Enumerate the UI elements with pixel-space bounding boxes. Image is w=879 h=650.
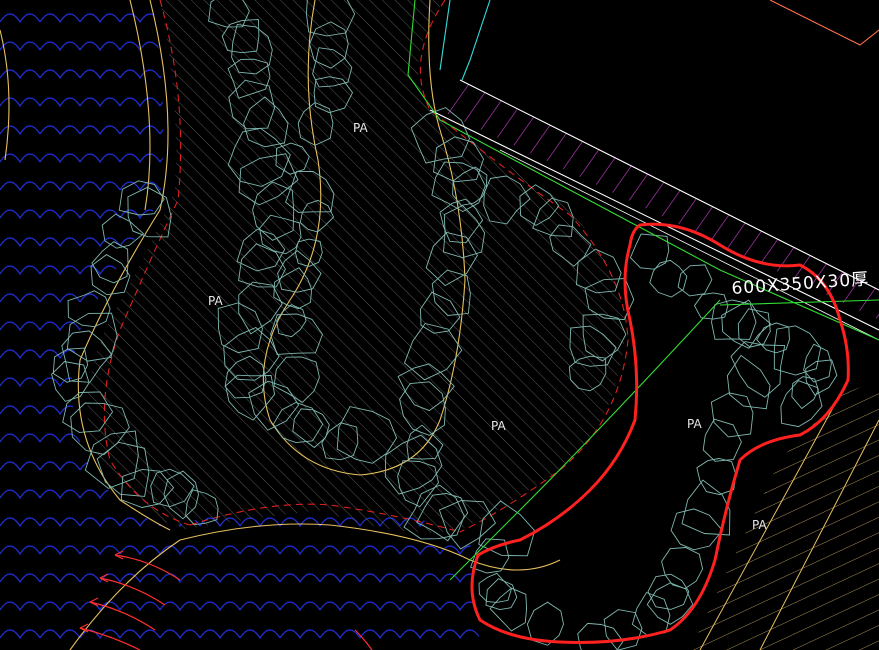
shrub-blob — [677, 264, 713, 297]
pa-label-5: PA — [752, 518, 767, 532]
cad-drawing-canvas[interactable]: 600X350X30厚 PA PA PA PA PA — [0, 0, 879, 650]
hatched-planting-zone — [87, 0, 625, 533]
shrub-blob — [603, 609, 643, 650]
shrub-blob — [649, 259, 688, 298]
shrub-blob — [711, 299, 757, 340]
cyan-line — [439, 0, 491, 81]
orange-corner-line — [769, 0, 879, 46]
pa-label-2: PA — [208, 294, 223, 308]
shrub-blob — [780, 380, 823, 428]
shrub-blob — [721, 299, 772, 349]
pa-label-3: PA — [491, 419, 506, 433]
shrub-blob — [696, 458, 737, 496]
shrub-blob — [670, 508, 723, 551]
pa-label-4: PA — [687, 417, 702, 431]
shrub-blob — [485, 578, 518, 611]
shrub-blob — [478, 572, 513, 603]
shrub-blob — [661, 547, 704, 589]
shrub-blob — [489, 587, 528, 632]
shrub-blob — [773, 325, 822, 376]
shrub-blob — [710, 392, 754, 438]
shrub-blob — [702, 418, 742, 462]
shrub-blob — [577, 622, 624, 650]
pa-label-1: PA — [353, 121, 368, 135]
